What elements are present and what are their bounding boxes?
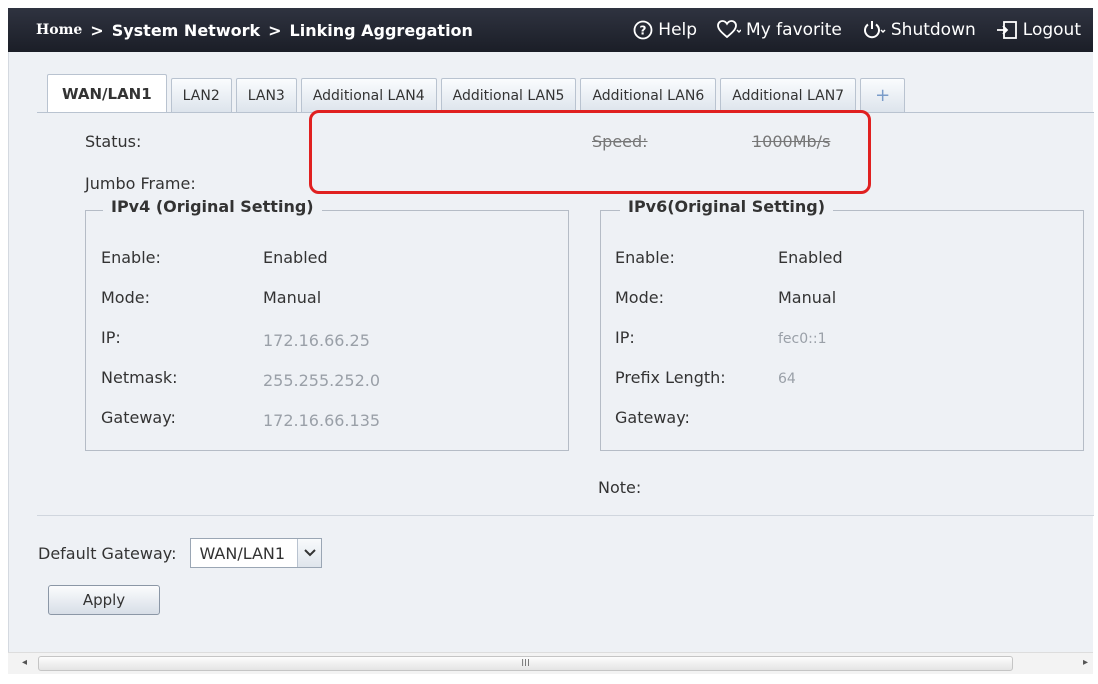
ipv4-ip-value: 172.16.66.25 [263, 331, 370, 350]
ipv6-ip-label: IP: [615, 328, 635, 347]
ipv6-prefix-value: 64 [778, 371, 796, 387]
highlight-annotation [309, 110, 871, 194]
ipv6-enable-value: Enabled [778, 248, 843, 267]
apply-button[interactable]: Apply [48, 585, 160, 615]
breadcrumb-section[interactable]: System Network [112, 21, 260, 40]
breadcrumb: Home > System Network > Linking Aggregat… [36, 21, 473, 40]
tab-lan2[interactable]: LAN2 [170, 78, 232, 112]
tab-additional-lan4[interactable]: Additional LAN4 [300, 78, 437, 112]
ipv4-gateway-value: 172.16.66.135 [263, 411, 381, 430]
breadcrumb-separator: > [90, 20, 104, 40]
ipv6-mode-value: Manual [778, 288, 837, 307]
default-gateway-label: Default Gateway: [38, 543, 177, 563]
favorite-button[interactable]: My favorite [717, 20, 842, 40]
ipv4-mode-value: Manual [263, 288, 322, 307]
logout-icon [996, 20, 1018, 40]
ipv4-gateway-label: Gateway: [101, 408, 176, 427]
tab-additional-lan6[interactable]: Additional LAN6 [580, 78, 717, 112]
tab-additional-lan5[interactable]: Additional LAN5 [440, 78, 577, 112]
scrollbar-thumb[interactable]: III [38, 656, 1013, 671]
scroll-left-icon[interactable]: ◂ [22, 657, 27, 668]
ipv4-group-title: IPv4 (Original Setting) [103, 197, 322, 216]
ipv4-netmask-value: 255.255.252.0 [263, 371, 381, 390]
tab-additional-lan7[interactable]: Additional LAN7 [720, 78, 857, 112]
scroll-right-icon[interactable]: ▸ [1083, 657, 1088, 668]
ipv4-enable-value: Enabled [263, 248, 328, 267]
chevron-down-icon[interactable] [297, 539, 322, 567]
add-tab-button[interactable]: + [860, 78, 906, 112]
shutdown-button[interactable]: Shutdown [862, 20, 976, 40]
shutdown-label: Shutdown [890, 20, 976, 40]
interface-tabs: WAN/LAN1 LAN2 LAN3 Additional LAN4 Addit… [47, 74, 906, 112]
favorite-label: My favorite [746, 20, 842, 40]
breadcrumb-home[interactable]: Home [36, 22, 82, 38]
ipv6-enable-label: Enable: [615, 248, 675, 267]
ipv4-netmask-label: Netmask: [101, 368, 178, 387]
svg-text:?: ? [640, 24, 647, 38]
ipv4-ip-label: IP: [101, 328, 121, 347]
ipv6-group-title: IPv6(Original Setting) [620, 197, 834, 216]
note-label: Note: [598, 478, 642, 497]
default-gateway-row: Default Gateway: WAN/LAN1 [38, 538, 323, 568]
grip-icon: III [521, 658, 530, 669]
logout-label: Logout [1022, 20, 1081, 40]
tab-wan-lan1[interactable]: WAN/LAN1 [47, 74, 167, 112]
status-label: Status: [85, 132, 142, 151]
top-bar: Home > System Network > Linking Aggregat… [8, 8, 1093, 52]
jumbo-frame-label: Jumbo Frame: [85, 174, 196, 193]
ipv6-mode-label: Mode: [615, 288, 664, 307]
ipv4-enable-label: Enable: [101, 248, 161, 267]
logout-button[interactable]: Logout [996, 20, 1081, 40]
help-button[interactable]: ? Help [633, 20, 697, 40]
tab-lan3[interactable]: LAN3 [235, 78, 297, 112]
heart-icon [717, 20, 742, 40]
default-gateway-value: WAN/LAN1 [199, 543, 286, 563]
ipv6-gateway-label: Gateway: [615, 408, 690, 427]
breadcrumb-page: Linking Aggregation [289, 20, 473, 40]
power-icon [862, 20, 886, 40]
ipv6-ip-value: fec0::1 [778, 331, 827, 347]
ipv6-prefix-label: Prefix Length: [615, 368, 726, 387]
top-actions: ? Help My favorite Shutdown Logout [633, 20, 1081, 40]
horizontal-scrollbar[interactable]: ◂ III ▸ [8, 652, 1093, 674]
default-gateway-select[interactable]: WAN/LAN1 [190, 538, 323, 568]
ipv4-mode-label: Mode: [101, 288, 150, 307]
breadcrumb-separator: > [268, 20, 282, 40]
help-icon: ? [633, 20, 653, 40]
help-label: Help [658, 20, 698, 40]
